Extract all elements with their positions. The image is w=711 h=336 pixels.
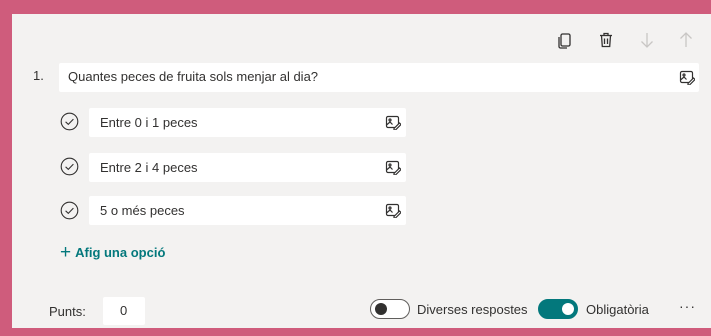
option-label: Entre 2 i 4 peces — [100, 160, 198, 175]
copy-question-button[interactable] — [553, 28, 577, 52]
check-circle-icon — [60, 157, 79, 176]
check-circle-icon — [60, 112, 79, 131]
multiple-answers-toggle[interactable] — [370, 299, 410, 319]
insert-image-icon — [679, 70, 695, 85]
move-down-button[interactable] — [635, 28, 659, 52]
insert-image-icon — [385, 160, 401, 175]
insert-image-icon — [385, 203, 401, 218]
question-title-text: Quantes peces de fruita sols menjar al d… — [68, 69, 319, 84]
required-label: Obligatòria — [586, 302, 649, 317]
add-option-label: Afig una opció — [75, 245, 166, 260]
option-label: 5 o més peces — [100, 203, 185, 218]
plus-icon: + — [60, 241, 72, 263]
arrow-up-icon — [680, 32, 692, 47]
points-label: Punts: — [49, 304, 86, 319]
toggle-knob — [375, 303, 387, 315]
delete-icon — [600, 32, 612, 48]
option-input[interactable]: 5 o més peces — [89, 196, 406, 225]
required-toggle[interactable] — [538, 299, 578, 319]
option-insert-media-button[interactable] — [384, 201, 402, 219]
option-correct-check[interactable] — [60, 112, 79, 131]
delete-question-button[interactable] — [594, 28, 618, 52]
move-up-button[interactable] — [674, 28, 698, 52]
check-circle-icon — [60, 201, 79, 220]
copy-icon — [558, 33, 571, 49]
question-insert-media-button[interactable] — [678, 68, 696, 86]
option-insert-media-button[interactable] — [384, 158, 402, 176]
more-icon: ··· — [679, 298, 696, 314]
option-correct-check[interactable] — [60, 201, 79, 220]
multiple-answers-label: Diverses respostes — [417, 302, 528, 317]
points-value: 0 — [120, 303, 128, 318]
more-options-button[interactable]: ··· — [679, 298, 701, 316]
question-number: 1. — [33, 68, 44, 83]
card-connector — [364, 0, 369, 14]
add-option-button[interactable]: + Afig una opció — [60, 241, 166, 263]
arrow-down-icon — [641, 33, 653, 48]
option-input[interactable]: Entre 0 i 1 peces — [89, 108, 406, 137]
option-input[interactable]: Entre 2 i 4 peces — [89, 153, 406, 182]
insert-image-icon — [385, 115, 401, 130]
option-label: Entre 0 i 1 peces — [100, 115, 198, 130]
question-title-input[interactable]: Quantes peces de fruita sols menjar al d… — [59, 63, 699, 92]
option-insert-media-button[interactable] — [384, 113, 402, 131]
option-correct-check[interactable] — [60, 157, 79, 176]
toggle-knob — [562, 303, 574, 315]
points-input[interactable]: 0 — [103, 297, 145, 325]
